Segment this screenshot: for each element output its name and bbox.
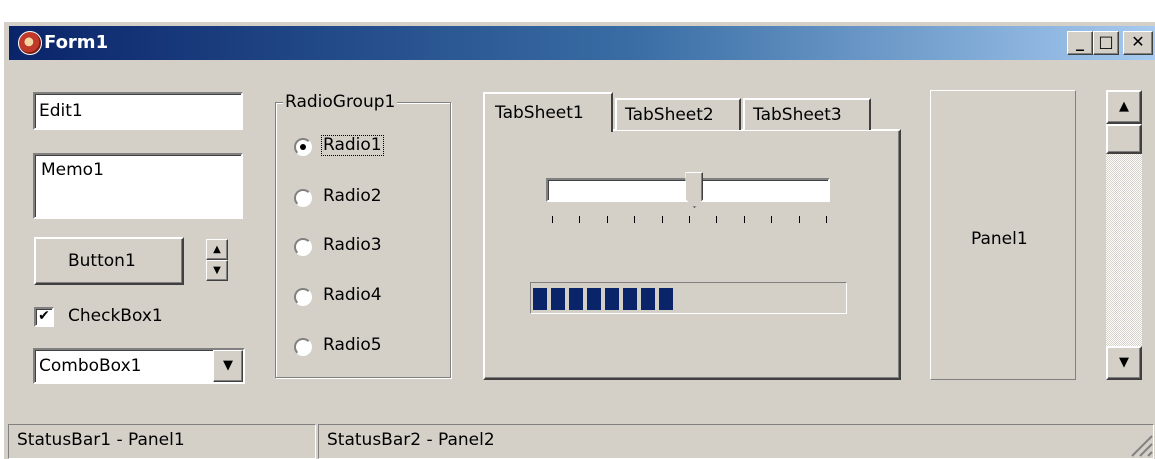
cropped-top-text bbox=[60, 0, 66, 10]
trackbar-tick bbox=[771, 216, 773, 223]
radio4-label[interactable]: Radio4 bbox=[323, 286, 382, 305]
trackbar-tick bbox=[689, 216, 690, 223]
close-button[interactable]: ✕ bbox=[1123, 31, 1153, 55]
edit-value: Edit1 bbox=[39, 101, 83, 121]
radio2-button[interactable] bbox=[294, 189, 312, 207]
panel1: Panel1 bbox=[930, 90, 1076, 380]
trackbar-tick bbox=[579, 216, 581, 223]
combobox1[interactable]: ComboBox1 ▼ bbox=[33, 348, 245, 384]
check-mark-icon: ✔ bbox=[38, 308, 50, 324]
title-bar[interactable] bbox=[9, 26, 1155, 60]
radio4-button[interactable] bbox=[294, 288, 312, 306]
radio3-label[interactable]: Radio3 bbox=[323, 236, 382, 255]
trackbar-tick bbox=[716, 216, 718, 223]
window-title: Form1 bbox=[44, 32, 109, 53]
minimize-icon: _ bbox=[1076, 32, 1084, 51]
trackbar-tick bbox=[634, 216, 636, 223]
scroll-up-button[interactable]: ▲ bbox=[1106, 90, 1142, 124]
spin-down-icon: ▼ bbox=[213, 265, 221, 276]
trackbar-tick bbox=[826, 216, 827, 223]
memo-value: Memo1 bbox=[41, 160, 104, 180]
radio1-button[interactable] bbox=[294, 138, 312, 156]
radio5-label[interactable]: Radio5 bbox=[323, 336, 382, 355]
button1-label: Button1 bbox=[68, 251, 136, 271]
maximize-button[interactable]: □ bbox=[1093, 31, 1119, 55]
combobox-value: ComboBox1 bbox=[39, 356, 142, 376]
trackbar-tick bbox=[661, 216, 663, 223]
button1[interactable]: Button1 bbox=[34, 237, 184, 285]
progress-block bbox=[587, 288, 601, 310]
progress-block bbox=[533, 288, 547, 310]
progress-block bbox=[551, 288, 565, 310]
tab-tabsheet3[interactable]: TabSheet3 bbox=[743, 98, 871, 130]
app-icon[interactable] bbox=[18, 31, 42, 55]
scroll-down-icon: ▼ bbox=[1119, 355, 1129, 370]
trackbar-tick bbox=[552, 216, 553, 223]
radiogroup-title: RadioGroup1 bbox=[283, 92, 398, 112]
tab-page bbox=[483, 129, 901, 380]
progress-block bbox=[605, 288, 619, 310]
tab-tabsheet1[interactable]: TabSheet1 bbox=[483, 92, 613, 132]
combobox-dropdown-button[interactable]: ▼ bbox=[213, 350, 243, 382]
scroll-thumb[interactable] bbox=[1106, 124, 1142, 154]
trackbar-tick bbox=[606, 216, 608, 223]
spin-down-button[interactable]: ▼ bbox=[206, 260, 228, 281]
tab-tabsheet2[interactable]: TabSheet2 bbox=[615, 98, 741, 130]
radio5-button[interactable] bbox=[294, 338, 312, 356]
edit-field[interactable]: Edit1 bbox=[33, 92, 243, 130]
maximize-icon: □ bbox=[1098, 32, 1114, 51]
panel1-label: Panel1 bbox=[971, 229, 1028, 249]
chevron-down-icon: ▼ bbox=[223, 358, 233, 373]
checkbox1-label[interactable]: CheckBox1 bbox=[68, 307, 163, 326]
scroll-down-button[interactable]: ▼ bbox=[1106, 346, 1142, 380]
spin-up-button[interactable]: ▲ bbox=[206, 239, 228, 260]
progress-block bbox=[641, 288, 655, 310]
status-panel1: StatusBar1 - Panel1 bbox=[8, 424, 316, 459]
close-icon: ✕ bbox=[1131, 32, 1145, 51]
checkbox1[interactable]: ✔ bbox=[34, 307, 54, 327]
status-panel1-text: StatusBar1 - Panel1 bbox=[17, 430, 185, 450]
radio3-button[interactable] bbox=[294, 238, 312, 256]
radio2-label[interactable]: Radio2 bbox=[323, 187, 382, 206]
tab-tabsheet2-label: TabSheet2 bbox=[625, 105, 714, 125]
progress-block bbox=[569, 288, 583, 310]
status-panel2: StatusBar2 - Panel2 bbox=[318, 424, 1154, 459]
status-panel2-text: StatusBar2 - Panel2 bbox=[327, 430, 495, 450]
memo-field[interactable]: Memo1 bbox=[33, 153, 243, 219]
tab-tabsheet3-label: TabSheet3 bbox=[753, 105, 842, 125]
progress-block bbox=[659, 288, 673, 310]
spin-up-icon: ▲ bbox=[213, 244, 221, 255]
size-grip-icon[interactable] bbox=[1126, 430, 1154, 458]
tab-tabsheet1-label: TabSheet1 bbox=[495, 103, 584, 123]
trackbar-tick bbox=[798, 216, 800, 223]
progress-block bbox=[623, 288, 637, 310]
scroll-up-icon: ▲ bbox=[1119, 99, 1129, 114]
radio1-label[interactable]: Radio1 bbox=[321, 135, 384, 156]
trackbar-tick bbox=[743, 216, 745, 223]
minimize-button[interactable]: _ bbox=[1067, 31, 1093, 55]
